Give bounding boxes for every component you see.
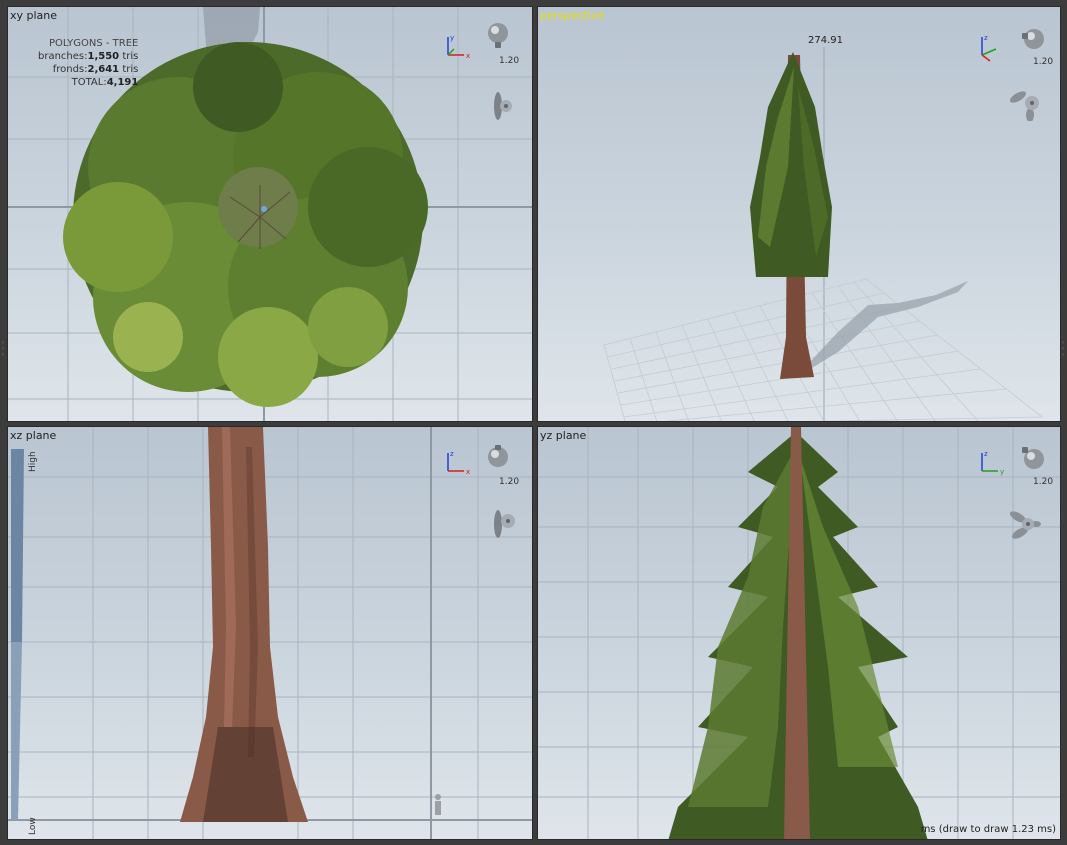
tree-shadow: [794, 281, 968, 379]
light-bulb-icon[interactable]: [484, 21, 514, 51]
redwood-tree: [750, 52, 832, 379]
pivot-marker: [261, 206, 267, 212]
redwood-crown-side-view: [668, 427, 928, 839]
trunk-side-view: [180, 427, 308, 822]
axis-gizmo-icon: x y: [447, 34, 470, 60]
light-intensity: 1.20: [499, 477, 520, 487]
stats-branches: branches:1,550 tris: [38, 51, 139, 62]
propeller-icon[interactable]: [486, 89, 520, 123]
stats-fronds: fronds:2,641 tris: [52, 64, 139, 75]
axis-gizmo-icon: z: [981, 34, 997, 62]
svg-text:z: z: [984, 34, 988, 42]
perspective-scene: [603, 47, 1044, 421]
polygon-stats: POLYGONS - TREE branches:1,550 tris fron…: [38, 37, 138, 89]
svg-text:z: z: [450, 450, 454, 458]
render-timing-status: ms (draw to draw 1.23 ms): [920, 824, 1056, 835]
speedtree-viewport-grid: xy plane POLYGONS - TREE branches:1,550 …: [0, 0, 1067, 845]
lod-high-label: High: [28, 451, 38, 472]
tree-height-label: 274.91: [808, 35, 843, 46]
viewport-xy-plane[interactable]: xy plane POLYGONS - TREE branches:1,550 …: [7, 6, 533, 422]
propeller-icon[interactable]: [1008, 507, 1042, 541]
light-intensity: 1.20: [1033, 57, 1054, 67]
left-grip-icon[interactable]: ◦ ◦ ◦: [1, 340, 7, 359]
stats-title: POLYGONS - TREE: [48, 38, 139, 49]
lod-slider[interactable]: [11, 449, 24, 820]
xz-scene: [8, 427, 532, 839]
svg-text:x: x: [466, 52, 470, 60]
light-bulb-icon[interactable]: [1018, 443, 1048, 473]
viewport-yz-plane[interactable]: yz plane y z 1.20 ms (draw to draw 1.23 …: [537, 426, 1061, 840]
axis-gizmo-icon: y z: [981, 450, 1004, 476]
viewport-title: yz plane: [540, 429, 587, 442]
stats-total: TOTAL:4,191: [71, 77, 139, 88]
svg-text:y: y: [1000, 468, 1004, 476]
yz-scene: [538, 427, 1060, 839]
light-intensity: 1.20: [499, 56, 520, 66]
lod-low-label: Low: [28, 817, 38, 835]
axis-gizmo-icon: x z: [447, 450, 470, 476]
viewport-perspective[interactable]: perspective 274.91 z 1.20: [537, 6, 1061, 422]
human-scale-figure: [435, 794, 441, 815]
svg-text:z: z: [984, 450, 988, 458]
viewport-title: perspective: [540, 9, 605, 22]
tree-canopy-top-view: [63, 42, 428, 407]
svg-text:y: y: [450, 34, 454, 42]
viewport-title: xz plane: [10, 429, 57, 442]
svg-text:x: x: [466, 468, 470, 476]
light-bulb-icon[interactable]: [1018, 25, 1048, 55]
light-bulb-icon[interactable]: [484, 443, 514, 473]
light-intensity: 1.20: [1033, 477, 1054, 487]
propeller-icon[interactable]: [486, 507, 520, 541]
viewport-xz-plane[interactable]: xz plane High Low x z 1.20: [7, 426, 533, 840]
propeller-icon[interactable]: [1008, 87, 1042, 121]
viewport-title: xy plane: [10, 9, 58, 22]
right-grip-icon[interactable]: ◦ ◦ ◦: [1061, 340, 1067, 359]
